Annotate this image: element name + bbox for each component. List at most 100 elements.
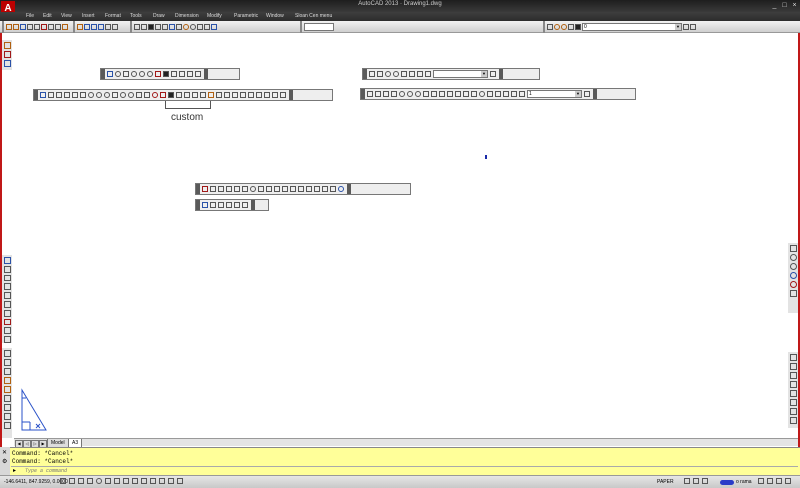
region-icon[interactable]: [184, 92, 190, 98]
mirror-icon[interactable]: [218, 186, 224, 192]
dim-update-icon[interactable]: [519, 91, 525, 97]
text-icon[interactable]: [272, 92, 278, 98]
rectangle-icon[interactable]: [80, 92, 86, 98]
command-window-handle[interactable]: ✕ ⚙: [0, 447, 10, 475]
linear-dim-icon[interactable]: [367, 91, 373, 97]
xref-icon[interactable]: [169, 24, 175, 30]
light-icon[interactable]: [183, 24, 189, 30]
match-properties-icon[interactable]: [62, 24, 68, 30]
dim-edit-icon[interactable]: [503, 91, 509, 97]
minimize-button[interactable]: _: [770, 1, 779, 10]
object-snap-icon[interactable]: [105, 478, 111, 484]
menu-edit[interactable]: Edit: [43, 13, 52, 19]
close-icon[interactable]: ✕: [2, 449, 7, 456]
grid-display-icon[interactable]: [78, 478, 84, 484]
break-icon[interactable]: [298, 186, 304, 192]
render-sphere-icon[interactable]: [789, 272, 797, 279]
radius-dim-icon[interactable]: [385, 71, 391, 77]
scale-text-icon[interactable]: [3, 404, 11, 411]
jogged-dim-icon[interactable]: [407, 91, 413, 97]
menu-custom[interactable]: Sloan Cen menu: [295, 13, 332, 19]
ellipse-arc-icon[interactable]: [128, 92, 134, 98]
revcloud-icon[interactable]: [104, 92, 110, 98]
chevron-down-icon[interactable]: ▼: [575, 91, 581, 97]
named-views-icon[interactable]: [3, 274, 11, 282]
menu-modify[interactable]: Modify: [207, 13, 222, 19]
table-insert-icon[interactable]: [187, 71, 193, 77]
transparency-icon[interactable]: [159, 478, 165, 484]
close-button[interactable]: ×: [790, 1, 799, 10]
command-input[interactable]: [25, 467, 425, 474]
menu-format[interactable]: Format: [105, 13, 121, 19]
arc-icon[interactable]: [88, 92, 94, 98]
object-snap-tracking-icon[interactable]: [123, 478, 129, 484]
angular-dim-icon[interactable]: [401, 71, 407, 77]
pan-icon[interactable]: [77, 24, 83, 30]
erase-icon[interactable]: [202, 186, 208, 192]
ellipse-arc-icon[interactable]: [139, 71, 145, 77]
gradient-icon[interactable]: [171, 71, 177, 77]
gradient-icon[interactable]: [176, 92, 182, 98]
measure-icon[interactable]: [224, 92, 230, 98]
ucs-face-icon[interactable]: [789, 372, 797, 379]
isolate-objects-icon[interactable]: [785, 478, 791, 484]
table-icon[interactable]: [176, 24, 182, 30]
dimension-style-icon[interactable]: [490, 71, 496, 77]
angular-dim-icon[interactable]: [423, 91, 429, 97]
toolbar-grip[interactable]: [196, 184, 200, 194]
chevron-down-icon[interactable]: ▼: [481, 71, 487, 77]
text-style-icon[interactable]: [264, 92, 270, 98]
diameter-dim-icon[interactable]: [415, 91, 421, 97]
insert-block-icon[interactable]: [155, 24, 161, 30]
table-style-icon[interactable]: [248, 92, 254, 98]
print-icon[interactable]: [27, 24, 33, 30]
boundary-icon[interactable]: [200, 92, 206, 98]
camera-icon[interactable]: [789, 290, 797, 297]
ucs-object-icon[interactable]: [789, 381, 797, 388]
paste-icon[interactable]: [55, 24, 61, 30]
calculator-icon[interactable]: [204, 24, 210, 30]
hatch-icon[interactable]: [155, 71, 161, 77]
render-icon[interactable]: [197, 24, 203, 30]
design-center-icon[interactable]: [112, 24, 118, 30]
spell-check-icon[interactable]: [3, 386, 11, 393]
pencil-icon[interactable]: [3, 42, 11, 49]
field-icon[interactable]: [256, 92, 262, 98]
coordinate-readout[interactable]: -146.6411, 847.9259, 0.0000: [4, 479, 68, 485]
markup-icon[interactable]: [3, 318, 11, 326]
polygon-icon[interactable]: [72, 92, 78, 98]
array-icon[interactable]: [234, 186, 240, 192]
named-ucs-icon[interactable]: [789, 245, 797, 252]
rotate-icon[interactable]: [250, 186, 256, 192]
workspace-icon[interactable]: [758, 478, 764, 484]
insert-block-icon[interactable]: [136, 92, 142, 98]
menu-dimension[interactable]: Dimension: [175, 13, 199, 19]
toolbar-grip[interactable]: [34, 90, 38, 100]
multiline-icon[interactable]: [56, 92, 62, 98]
ellipse-icon[interactable]: [131, 71, 137, 77]
hatch-icon[interactable]: [160, 92, 166, 98]
jogged-linear-icon[interactable]: [495, 91, 501, 97]
layer-combo[interactable]: 0 ▼: [582, 23, 682, 31]
menu-view[interactable]: View: [61, 13, 72, 19]
ellipse-icon[interactable]: [120, 92, 126, 98]
circle-icon[interactable]: [96, 92, 102, 98]
clip-icon[interactable]: [3, 300, 11, 308]
ortho-mode-icon[interactable]: [87, 478, 93, 484]
ucs-previous-icon[interactable]: [789, 363, 797, 370]
construction-line-icon[interactable]: [48, 92, 54, 98]
ucs-3point-icon[interactable]: [789, 417, 797, 424]
image-attach-icon[interactable]: [3, 292, 11, 299]
spline-icon[interactable]: [123, 71, 129, 77]
menu-file[interactable]: File: [26, 13, 34, 19]
multiline-text-icon[interactable]: [3, 350, 11, 357]
polar-tracking-icon[interactable]: [96, 478, 102, 484]
layer-previous-icon[interactable]: [690, 24, 696, 30]
infer-constraints-icon[interactable]: [60, 478, 66, 484]
dimstyle-combo-short[interactable]: ▼: [433, 70, 488, 78]
toolbar-grip[interactable]: [196, 200, 200, 210]
tolerance-icon[interactable]: [471, 91, 477, 97]
chamfer-icon[interactable]: [314, 186, 320, 192]
edit-text-icon[interactable]: [3, 368, 11, 375]
edit-array-icon[interactable]: [234, 202, 240, 208]
